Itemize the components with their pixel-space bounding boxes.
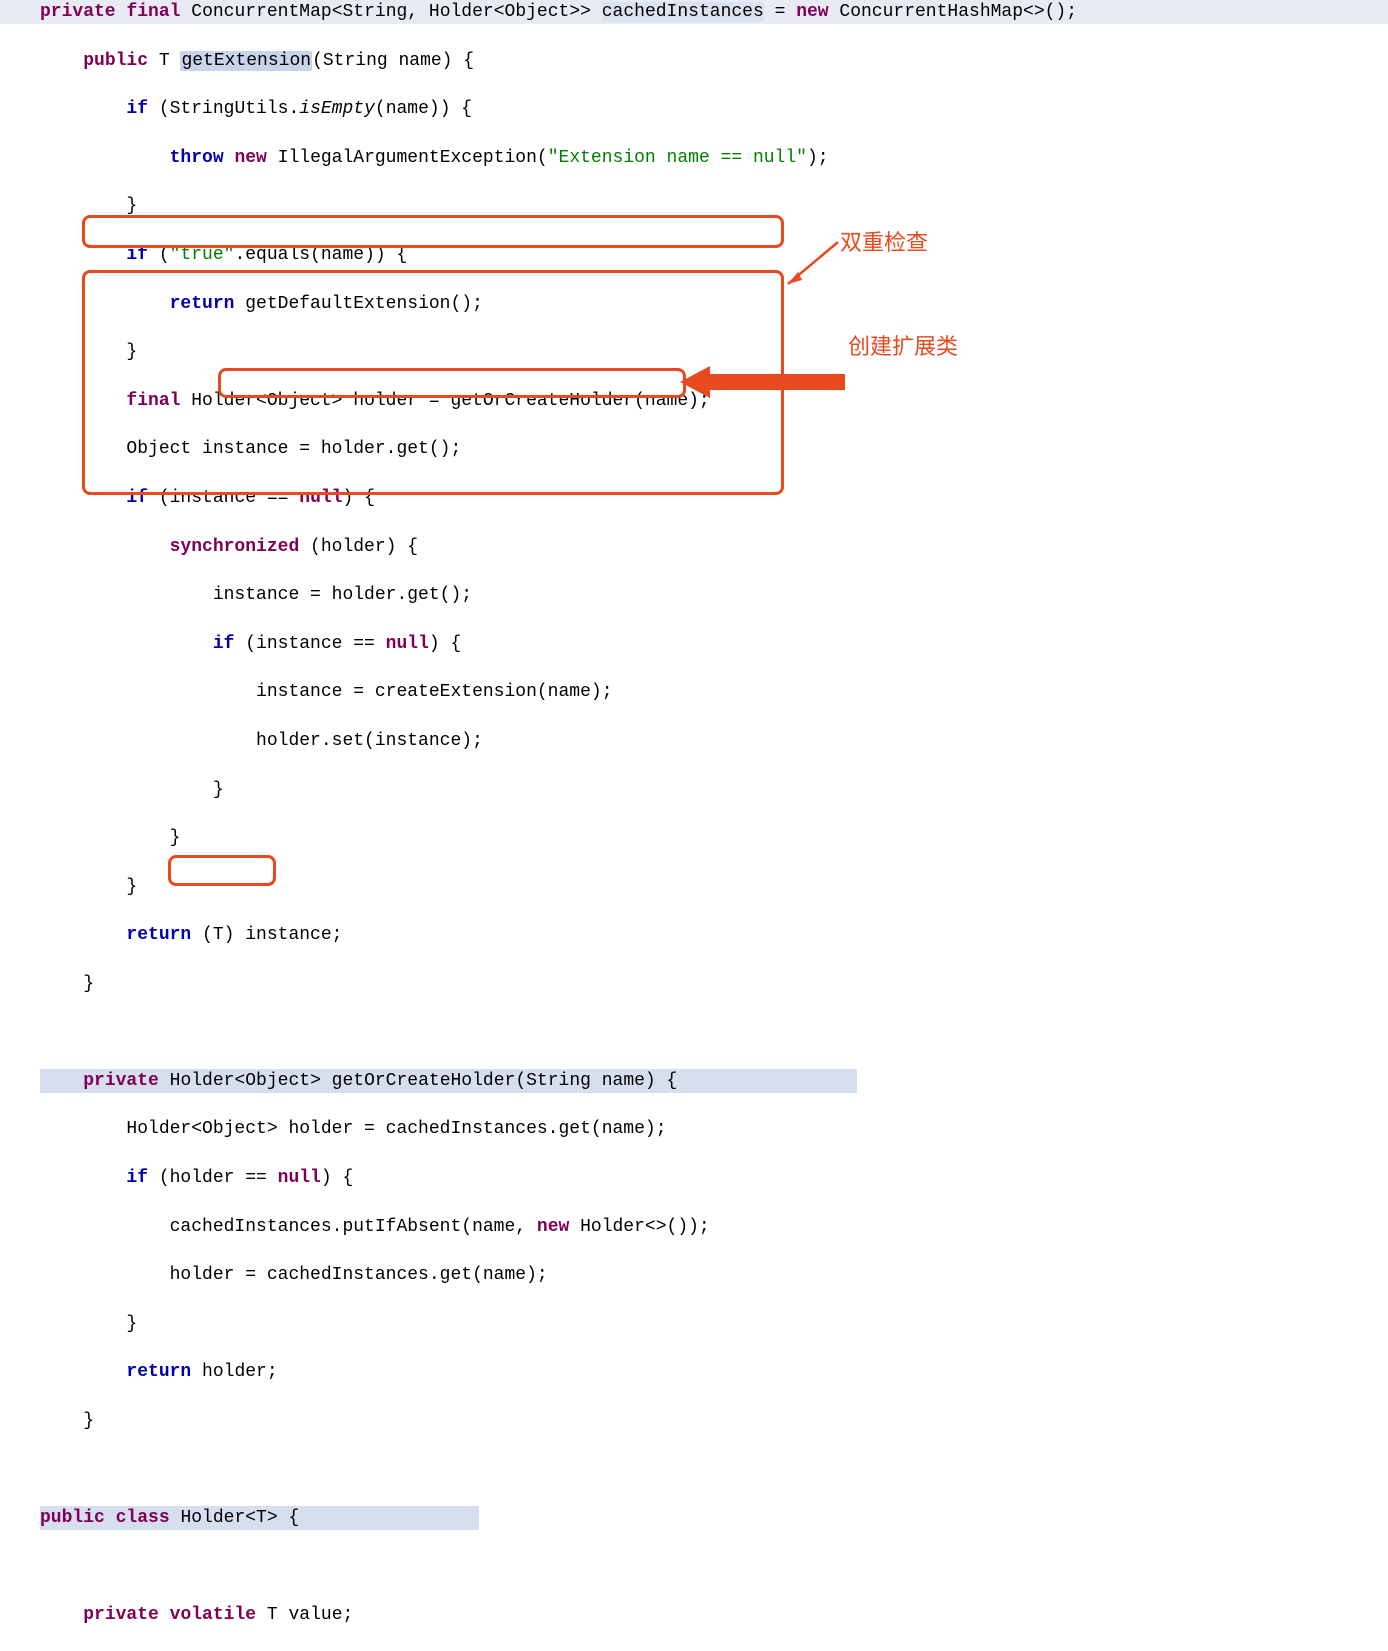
code-line-30: } (0, 1409, 1388, 1433)
code-line-12: synchronized (holder) { (0, 535, 1388, 559)
code-line-31 (0, 1458, 1388, 1482)
code-line-11: if (instance == null) { (0, 486, 1388, 510)
code-line-5: } (0, 194, 1388, 218)
code-line-15: instance = createExtension(name); (0, 680, 1388, 704)
code-line-1: private final ConcurrentMap<String, Hold… (0, 0, 1388, 24)
code-pre: private final ConcurrentMap<String, Hold… (0, 0, 1388, 1651)
code-line-26: cachedInstances.putIfAbsent(name, new Ho… (0, 1215, 1388, 1239)
method-getExtension: getExtension (180, 51, 312, 71)
code-line-8: } (0, 340, 1388, 364)
code-line-4: throw new IllegalArgumentException("Exte… (0, 146, 1388, 170)
code-line-27: holder = cachedInstances.get(name); (0, 1263, 1388, 1287)
code-line-34: private volatile T value; (0, 1603, 1388, 1627)
code-line-18: } (0, 826, 1388, 850)
code-line-3: if (StringUtils.isEmpty(name)) { (0, 97, 1388, 121)
code-line-22 (0, 1020, 1388, 1044)
code-line-6: if ("true".equals(name)) { (0, 243, 1388, 267)
code-line-7: return getDefaultExtension(); (0, 292, 1388, 316)
code-line-24: Holder<Object> holder = cachedInstances.… (0, 1117, 1388, 1141)
code-editor: private final ConcurrentMap<String, Hold… (0, 0, 1388, 1651)
code-line-16: holder.set(instance); (0, 729, 1388, 753)
code-line-14: if (instance == null) { (0, 632, 1388, 656)
code-line-10: Object instance = holder.get(); (0, 437, 1388, 461)
code-line-29: return holder; (0, 1360, 1388, 1384)
code-line-33 (0, 1554, 1388, 1578)
code-line-13: instance = holder.get(); (0, 583, 1388, 607)
field-cachedInstances: cachedInstances (602, 2, 764, 22)
code-line-17: } (0, 778, 1388, 802)
code-line-32: public class Holder<T> { (0, 1506, 1388, 1530)
code-line-21: } (0, 972, 1388, 996)
code-line-2: public T getExtension(String name) { (0, 49, 1388, 73)
code-line-19: } (0, 875, 1388, 899)
code-line-28: } (0, 1312, 1388, 1336)
annotation-double-check: 双重检查 (840, 228, 928, 258)
annotation-create-extension: 创建扩展类 (848, 332, 958, 362)
code-line-9: final Holder<Object> holder = getOrCreat… (0, 389, 1388, 413)
code-line-20: return (T) instance; (0, 923, 1388, 947)
method-getOrCreateHolder: getOrCreateHolder (332, 1071, 516, 1091)
code-line-23: private Holder<Object> getOrCreateHolder… (0, 1069, 1388, 1093)
code-line-25: if (holder == null) { (0, 1166, 1388, 1190)
